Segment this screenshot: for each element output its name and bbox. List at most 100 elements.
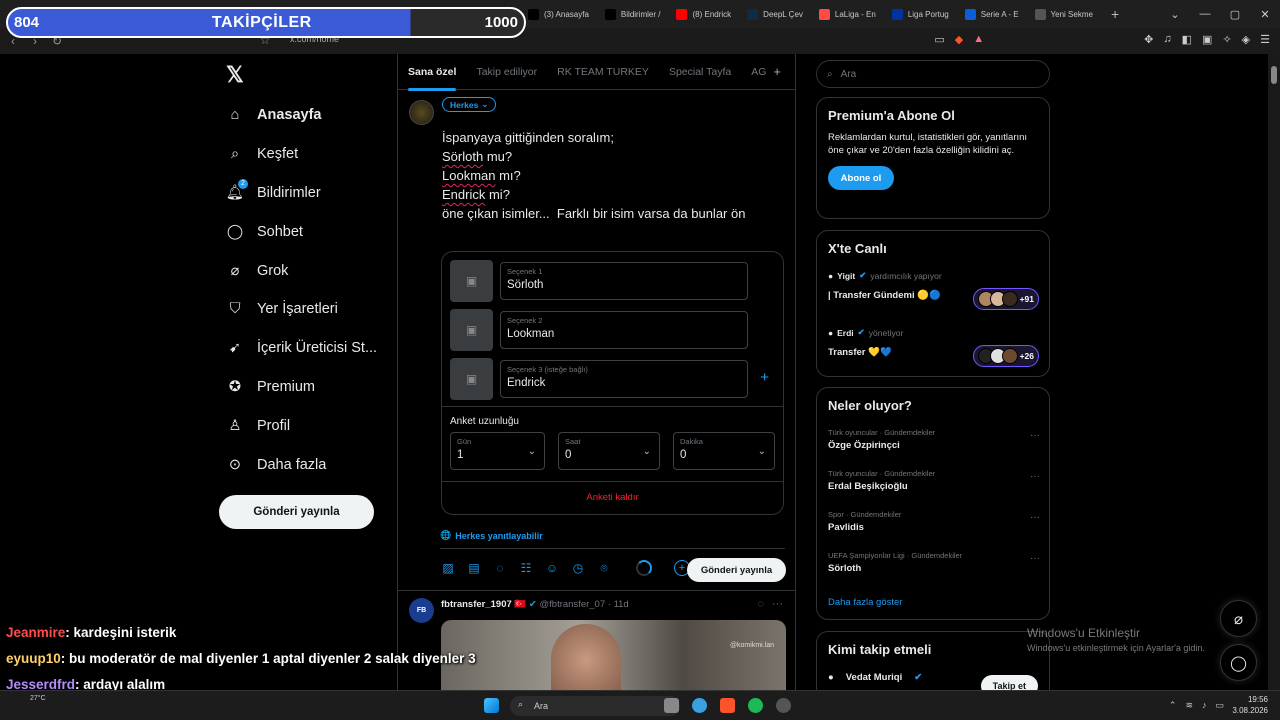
rewards-icon[interactable]: ▲ — [973, 33, 984, 46]
sidebar-item-3[interactable]: ◯ Sohbet — [224, 212, 377, 251]
listeners-pill[interactable]: +91 — [972, 288, 1039, 310]
listeners-pill[interactable]: +26 — [972, 345, 1039, 367]
media-icon[interactable]: ▨ — [440, 561, 456, 575]
volume-icon[interactable]: ♪ — [1202, 700, 1207, 711]
spotify-icon[interactable] — [748, 698, 763, 713]
more-options-icon[interactable]: ··· — [1030, 553, 1040, 564]
more-options-icon[interactable]: ··· — [1030, 430, 1040, 441]
edge-icon[interactable] — [692, 698, 707, 713]
minimize-icon[interactable]: — — [1190, 8, 1220, 20]
tweet-handle[interactable]: @fbtransfer_07 — [540, 599, 606, 610]
tab-following[interactable]: Takip ediliyor — [466, 66, 547, 78]
suggested-user[interactable]: ● Vedat Muriqi ✔ — [828, 672, 922, 683]
more-options-icon[interactable]: ··· — [772, 598, 783, 610]
leo-icon[interactable]: ✧ — [1222, 33, 1231, 46]
minutes-select[interactable]: Dakika 0 ⌄ — [673, 432, 775, 470]
browser-tab[interactable]: LaLiga - En — [811, 0, 884, 28]
tweet-author-name[interactable]: fbtransfer_1907 — [441, 599, 512, 610]
trend-item[interactable]: Spor · Gündemdekiler Pavlidis ··· — [828, 510, 1040, 533]
tweet-time[interactable]: · 11d — [608, 599, 629, 610]
brave-shield-icon[interactable]: ◆ — [955, 33, 963, 46]
grok-icon[interactable]: ◌ — [492, 561, 508, 575]
messages-fab-icon[interactable]: ◯ — [1220, 644, 1257, 681]
sidebar-item-8[interactable]: ♙ Profil — [224, 406, 377, 445]
compose-post-button[interactable]: Gönderi yayınla — [687, 558, 786, 582]
more-options-icon[interactable]: ··· — [1030, 512, 1040, 523]
taskbar-clock[interactable]: 19:56 3.08.2026 — [1232, 694, 1268, 716]
browser-tab[interactable]: Serie A - E — [957, 0, 1027, 28]
compose-textarea[interactable]: İspanyaya gittiğinden soralım; Sörloth mu… — [442, 128, 745, 223]
remove-poll-button[interactable]: Anketi kaldır — [442, 492, 783, 503]
user-avatar[interactable] — [409, 100, 434, 125]
browser-tab[interactable]: Liga Portug — [884, 0, 957, 28]
browser-tab[interactable]: DeepL Çev — [739, 0, 811, 28]
location-icon[interactable]: ⌾ — [596, 561, 612, 576]
add-tab-icon[interactable]: + — [773, 64, 781, 79]
weather-widget[interactable]: 27°C — [30, 695, 46, 702]
gif-icon[interactable]: ▤ — [466, 561, 482, 575]
sidebar-item-5[interactable]: ⛉ Yer İşaretleri — [224, 290, 377, 329]
cast-icon[interactable]: ▭ — [934, 33, 944, 46]
subscribe-button[interactable]: Abone ol — [828, 166, 894, 190]
hours-select[interactable]: Saat 0 ⌄ — [558, 432, 660, 470]
extensions-icon[interactable]: ✥ — [1144, 33, 1153, 46]
show-more-link[interactable]: Daha fazla göster — [828, 597, 902, 608]
poll-icon[interactable]: ☷ — [518, 561, 534, 575]
post-button[interactable]: Gönderi yayınla — [219, 495, 374, 529]
grok-fab-icon[interactable]: ⌀ — [1220, 600, 1257, 637]
follow-button[interactable]: Takip et — [980, 675, 1038, 690]
poll-option-3-field[interactable]: Seçenek 3 (isteğe bağlı) Endrick — [500, 360, 748, 398]
space-item[interactable]: ● Erdi ✔ yönetiyor Transfer 💛💙 — [828, 327, 903, 358]
sidebar-icon[interactable]: ◧ — [1182, 33, 1192, 46]
poll-option-2-field[interactable]: Seçenek 2 Lookman — [500, 311, 748, 349]
vpn-icon[interactable]: ◈ — [1242, 33, 1250, 46]
image-icon[interactable]: ▣ — [450, 358, 493, 400]
x-logo[interactable]: 𝕏 — [226, 62, 244, 88]
image-icon[interactable]: ▣ — [450, 309, 493, 351]
tab-for-you[interactable]: Sana özel — [398, 66, 466, 91]
steam-icon[interactable] — [776, 698, 791, 713]
browser-tab[interactable]: (3) Anasayfa — [520, 0, 597, 28]
trend-item[interactable]: Türk oyuncular · Gündemdekiler Özge Özpi… — [828, 428, 1040, 451]
windows-start-icon[interactable] — [484, 698, 499, 713]
sidebar-item-2[interactable]: 🔔︎ 2 Bildirimler — [224, 174, 377, 213]
image-icon[interactable]: ▣ — [450, 260, 493, 302]
tab-ag[interactable]: AG — [741, 66, 776, 78]
trend-item[interactable]: UEFA Şampiyonlar Ligi · Gündemdekiler Sö… — [828, 551, 1040, 574]
page-scrollbar[interactable] — [1268, 54, 1280, 690]
sidebar-item-7[interactable]: ✪ Premium — [224, 368, 377, 407]
tab-special-tayfa[interactable]: Special Tayfa — [659, 66, 741, 78]
scrollbar-thumb[interactable] — [1271, 66, 1277, 84]
tab-list-icon[interactable]: ⌄ — [1160, 8, 1190, 21]
wallet-icon[interactable]: ▣ — [1202, 33, 1212, 46]
sidebar-item-0[interactable]: ⌂ Anasayfa — [224, 96, 377, 135]
tweet-video[interactable]: @komikmi.lan — [441, 620, 786, 690]
search-input[interactable]: ⌕ Ara — [816, 60, 1050, 88]
browser-tab[interactable]: Yeni Sekme — [1027, 0, 1101, 28]
music-icon[interactable]: ♫ — [1163, 33, 1171, 46]
sidebar-item-9[interactable]: ⊙ Daha fazla — [224, 445, 377, 484]
restore-icon[interactable]: ▢ — [1220, 8, 1250, 21]
trend-item[interactable]: Türk oyuncular · Gündemdekiler Erdal Beş… — [828, 469, 1040, 492]
tab-rk-team-turkey[interactable]: RK TEAM TURKEY — [547, 66, 659, 78]
schedule-icon[interactable]: ◷ — [570, 561, 586, 575]
browser-tab[interactable]: (8) Endrick — [668, 0, 739, 28]
poll-option-1-field[interactable]: Seçenek 1 Sörloth — [500, 262, 748, 300]
sidebar-item-4[interactable]: ⌀ Grok — [224, 251, 377, 290]
browser-tab[interactable]: Bildirimler / — [597, 0, 669, 28]
battery-icon[interactable]: ▭ — [1215, 700, 1224, 711]
reply-setting-button[interactable]: 🌐 Herkes yanıtlayabilir — [440, 530, 543, 541]
wifi-icon[interactable]: ≋ — [1185, 700, 1193, 711]
close-icon[interactable]: ✕ — [1250, 8, 1280, 21]
audience-selector[interactable]: Herkes ⌄ — [442, 97, 497, 112]
sidebar-item-1[interactable]: ⌕ Keşfet — [224, 135, 377, 174]
space-item[interactable]: ● Yigit ✔ yardımcılık yapıyor | Transfer… — [828, 270, 942, 301]
tray-arrow-icon[interactable]: ⌃ — [1169, 700, 1177, 711]
new-tab-button[interactable]: + — [1101, 6, 1129, 22]
taskbar-search[interactable]: ⌕ Ara — [510, 696, 680, 716]
days-select[interactable]: Gün 1 ⌄ — [450, 432, 545, 470]
add-option-button[interactable]: + — [760, 369, 769, 386]
file-explorer-icon[interactable] — [664, 698, 679, 713]
brave-icon[interactable] — [720, 698, 735, 713]
menu-icon[interactable]: ☰ — [1260, 33, 1270, 46]
